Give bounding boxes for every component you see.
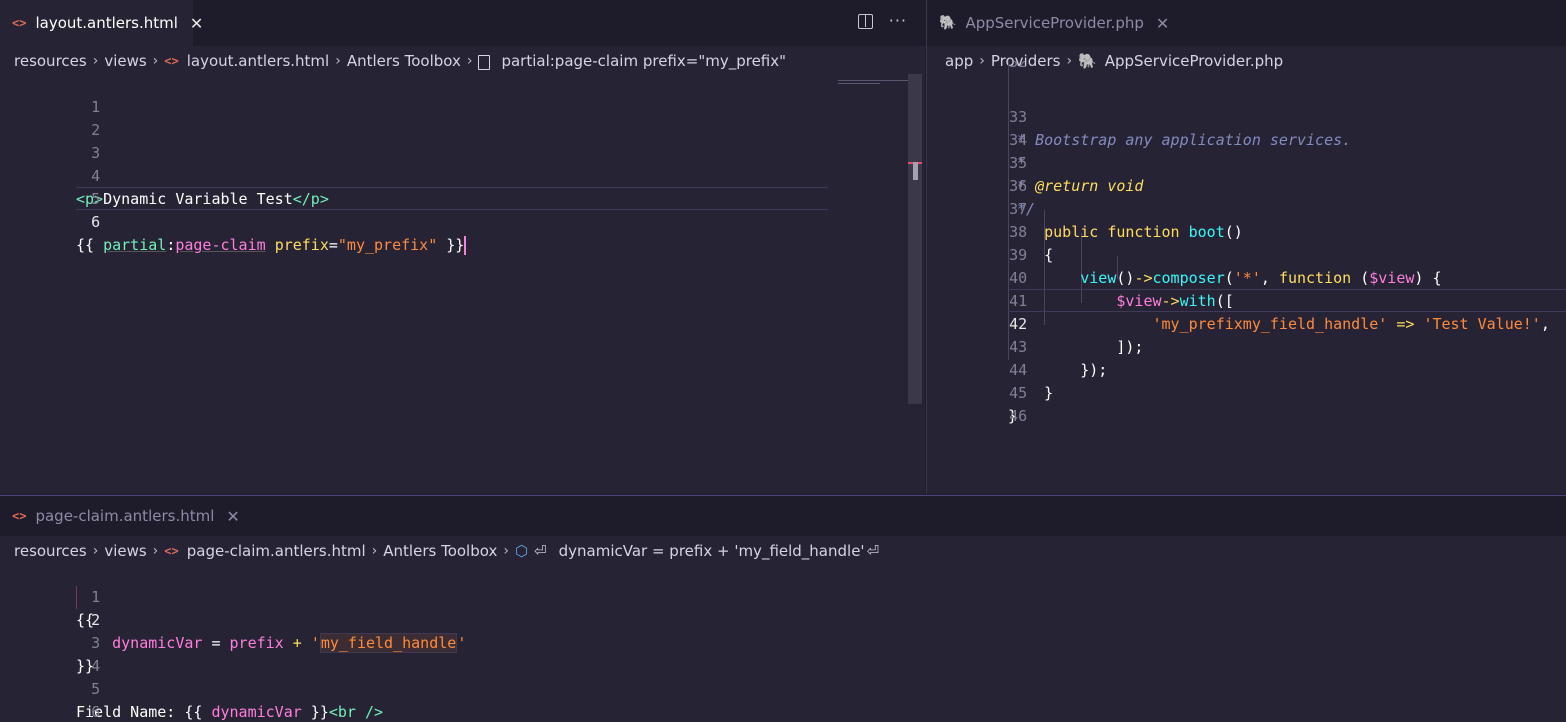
more-actions-icon[interactable]: ··· (889, 13, 907, 29)
close-icon[interactable]: ✕ (1156, 14, 1169, 33)
tab-label: layout.antlers.html (35, 14, 178, 32)
editor-pane-layout: <> layout.antlers.html ✕ ··· resources ›… (0, 0, 925, 494)
code-line: 2 (0, 96, 925, 139)
scroll-thumb[interactable] (913, 162, 918, 180)
tab-bar: <> layout.antlers.html ✕ ··· (0, 0, 925, 46)
code-icon: <> (164, 54, 179, 68)
chevron-right-icon: › (152, 53, 159, 69)
code-line: 35 * @return void (927, 129, 1566, 195)
editor-actions: ··· (857, 13, 907, 29)
code-line: 39 view()->composer('*', function ($view… (927, 221, 1566, 287)
code-line: 4 <p>Dynamic Variable Test</p> (0, 142, 925, 208)
breadcrumb: resources › views › <> layout.antlers.ht… (0, 46, 925, 76)
tab-label: page-claim.antlers.html (35, 507, 215, 525)
line-number: 32 (1009, 61, 1028, 71)
return-icon: ⏎ (866, 542, 880, 560)
breadcrumb-item[interactable]: layout.antlers.html (187, 52, 329, 70)
code-text: {{ partial:page-claim prefix="my_prefix"… (76, 236, 467, 255)
breadcrumb-item[interactable]: resources (14, 542, 87, 560)
chevron-right-icon: › (371, 543, 378, 559)
chevron-right-icon: › (92, 53, 99, 69)
tab-appserviceprovider[interactable]: 🐘 AppServiceProvider.php ✕ (927, 0, 1169, 46)
tab-bar: <> page-claim.antlers.html ✕ (0, 496, 1566, 536)
code-line: 7 (0, 701, 1566, 722)
text-cursor (464, 236, 467, 255)
close-icon[interactable]: ✕ (226, 507, 239, 526)
chevron-right-icon: › (503, 543, 509, 559)
close-icon[interactable]: ✕ (190, 14, 203, 33)
code-line: 38 { (927, 198, 1566, 264)
chevron-right-icon: › (466, 53, 473, 69)
code-icon: <> (12, 509, 27, 523)
code-line: 34 * (927, 106, 1566, 172)
code-line: 43 }); (927, 313, 1566, 379)
breadcrumb-item[interactable]: Antlers Toolbox (383, 542, 497, 560)
breadcrumb-item[interactable]: views (104, 542, 146, 560)
breadcrumb-item[interactable]: partial:page-claim prefix="my_prefix" (501, 52, 786, 70)
php-elephant-icon: 🐘 (939, 15, 957, 31)
breadcrumb-item[interactable]: resources (14, 52, 87, 70)
code-line: 5 (0, 165, 925, 208)
code-line: 1 {{ (0, 563, 1566, 629)
chevron-right-icon: › (335, 53, 341, 69)
code-line: 6 {{ partial:page-claim prefix="my_prefi… (0, 188, 925, 255)
code-line: 42 ]); (927, 290, 1566, 356)
code-line: 6 Value: {{ @dynamicVar }} (0, 678, 1566, 721)
split-editor-icon[interactable] (857, 14, 873, 29)
code-line: 4 (0, 632, 1566, 675)
tab-bar: 🐘 AppServiceProvider.php ✕ (927, 0, 1566, 46)
scrollbar[interactable] (908, 74, 922, 404)
breadcrumb-item[interactable]: Antlers Toolbox (347, 52, 461, 70)
code-icon: <> (164, 544, 179, 558)
code-line: 40 $view->with([ (927, 244, 1566, 310)
tab-page-claim-antlers[interactable]: <> page-claim.antlers.html ✕ (0, 496, 240, 536)
cube-icon: ⬡ (514, 542, 529, 560)
breadcrumb-item[interactable]: page-claim.antlers.html (187, 542, 366, 560)
code-line: 36 */ (927, 152, 1566, 218)
code-line: 32 (927, 61, 1566, 75)
code-line: 44 } (927, 336, 1566, 402)
file-icon (478, 54, 491, 70)
minimap[interactable] (838, 80, 908, 86)
line-number: 46 (1009, 407, 1028, 425)
code-line: 3 (0, 119, 925, 162)
code-line: 2 dynamicVar = prefix + 'my_field_handle… (0, 586, 1566, 653)
code-line: 33 * Bootstrap any application services. (927, 83, 1566, 149)
code-line: 37 public function boot() (927, 175, 1566, 241)
tab-label: AppServiceProvider.php (965, 14, 1144, 32)
tab-layout-antlers[interactable]: <> layout.antlers.html ✕ (0, 0, 203, 46)
code-line: 1 (0, 73, 925, 116)
code-line: 41 'my_prefixmy_field_handle' => 'Test V… (927, 267, 1566, 333)
code-line: 5 Field Name: {{ dynamicVar }}<br /> (0, 655, 1566, 721)
breadcrumb-item[interactable]: dynamicVar = prefix + 'my_field_handle' (559, 542, 865, 560)
return-icon: ⏎ (534, 542, 547, 560)
code-line: 46 (927, 382, 1566, 425)
breadcrumb-item[interactable]: views (104, 52, 146, 70)
breadcrumb: resources › views › <> page-claim.antler… (0, 536, 1566, 566)
code-icon: <> (12, 16, 27, 30)
chevron-right-icon: › (92, 543, 99, 559)
line-number: 6 (91, 213, 101, 231)
editor-pane-appserviceprovider: 🐘 AppServiceProvider.php ✕ app › Provide… (926, 0, 1566, 494)
editor-pane-page-claim: <> page-claim.antlers.html ✕ resources ›… (0, 495, 1566, 722)
chevron-right-icon: › (152, 543, 159, 559)
code-line: 45 } (927, 359, 1566, 425)
code-line: 3 }} (0, 609, 1566, 675)
